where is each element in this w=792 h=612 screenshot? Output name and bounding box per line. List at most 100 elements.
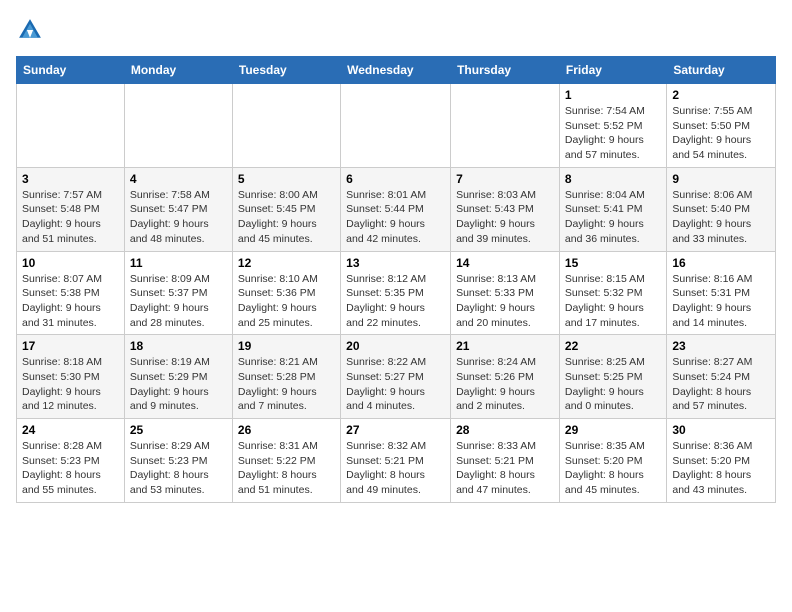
day-number: 28 bbox=[456, 423, 554, 437]
day-info: Sunrise: 8:32 AM Sunset: 5:21 PM Dayligh… bbox=[346, 439, 445, 498]
day-info: Sunrise: 8:09 AM Sunset: 5:37 PM Dayligh… bbox=[130, 272, 227, 331]
day-number: 10 bbox=[22, 256, 119, 270]
weekday-header-cell: Friday bbox=[559, 57, 666, 84]
calendar-cell: 15 Sunrise: 8:15 AM Sunset: 5:32 PM Dayli… bbox=[559, 251, 666, 335]
calendar-cell: 30 Sunrise: 8:36 AM Sunset: 5:20 PM Dayli… bbox=[667, 419, 776, 503]
calendar-cell: 26 Sunrise: 8:31 AM Sunset: 5:22 PM Dayli… bbox=[232, 419, 340, 503]
day-info: Sunrise: 8:31 AM Sunset: 5:22 PM Dayligh… bbox=[238, 439, 335, 498]
day-number: 25 bbox=[130, 423, 227, 437]
calendar-cell: 2 Sunrise: 7:55 AM Sunset: 5:50 PM Daylig… bbox=[667, 84, 776, 168]
calendar-cell: 25 Sunrise: 8:29 AM Sunset: 5:23 PM Dayli… bbox=[124, 419, 232, 503]
day-info: Sunrise: 8:33 AM Sunset: 5:21 PM Dayligh… bbox=[456, 439, 554, 498]
day-number: 17 bbox=[22, 339, 119, 353]
day-number: 16 bbox=[672, 256, 770, 270]
day-number: 5 bbox=[238, 172, 335, 186]
day-info: Sunrise: 8:06 AM Sunset: 5:40 PM Dayligh… bbox=[672, 188, 770, 247]
day-info: Sunrise: 8:28 AM Sunset: 5:23 PM Dayligh… bbox=[22, 439, 119, 498]
day-number: 29 bbox=[565, 423, 661, 437]
calendar-cell: 5 Sunrise: 8:00 AM Sunset: 5:45 PM Daylig… bbox=[232, 167, 340, 251]
logo bbox=[16, 16, 48, 44]
day-info: Sunrise: 8:22 AM Sunset: 5:27 PM Dayligh… bbox=[346, 355, 445, 414]
calendar-table: SundayMondayTuesdayWednesdayThursdayFrid… bbox=[16, 56, 776, 503]
day-info: Sunrise: 8:19 AM Sunset: 5:29 PM Dayligh… bbox=[130, 355, 227, 414]
day-info: Sunrise: 8:13 AM Sunset: 5:33 PM Dayligh… bbox=[456, 272, 554, 331]
day-info: Sunrise: 8:16 AM Sunset: 5:31 PM Dayligh… bbox=[672, 272, 770, 331]
day-number: 13 bbox=[346, 256, 445, 270]
calendar-week-row: 10 Sunrise: 8:07 AM Sunset: 5:38 PM Dayli… bbox=[17, 251, 776, 335]
calendar-cell: 29 Sunrise: 8:35 AM Sunset: 5:20 PM Dayli… bbox=[559, 419, 666, 503]
day-number: 8 bbox=[565, 172, 661, 186]
calendar-cell: 11 Sunrise: 8:09 AM Sunset: 5:37 PM Dayli… bbox=[124, 251, 232, 335]
day-info: Sunrise: 8:00 AM Sunset: 5:45 PM Dayligh… bbox=[238, 188, 335, 247]
day-number: 22 bbox=[565, 339, 661, 353]
calendar-cell: 6 Sunrise: 8:01 AM Sunset: 5:44 PM Daylig… bbox=[341, 167, 451, 251]
calendar-week-row: 17 Sunrise: 8:18 AM Sunset: 5:30 PM Dayli… bbox=[17, 335, 776, 419]
calendar-cell bbox=[341, 84, 451, 168]
calendar-cell: 28 Sunrise: 8:33 AM Sunset: 5:21 PM Dayli… bbox=[451, 419, 560, 503]
day-info: Sunrise: 8:12 AM Sunset: 5:35 PM Dayligh… bbox=[346, 272, 445, 331]
calendar-cell bbox=[451, 84, 560, 168]
calendar-cell: 22Sunrise: 8:25 AM Sunset: 5:25 PM Dayli… bbox=[559, 335, 666, 419]
day-number: 14 bbox=[456, 256, 554, 270]
calendar-cell bbox=[124, 84, 232, 168]
day-info: Sunrise: 8:18 AM Sunset: 5:30 PM Dayligh… bbox=[22, 355, 119, 414]
calendar-cell bbox=[232, 84, 340, 168]
weekday-header-cell: Tuesday bbox=[232, 57, 340, 84]
day-number: 20 bbox=[346, 339, 445, 353]
day-number: 18 bbox=[130, 339, 227, 353]
calendar-cell: 1Sunrise: 7:54 AM Sunset: 5:52 PM Daylig… bbox=[559, 84, 666, 168]
day-number: 3 bbox=[22, 172, 119, 186]
day-info: Sunrise: 7:55 AM Sunset: 5:50 PM Dayligh… bbox=[672, 104, 770, 163]
calendar-cell: 9Sunrise: 8:06 AM Sunset: 5:40 PM Daylig… bbox=[667, 167, 776, 251]
calendar-cell: 24 Sunrise: 8:28 AM Sunset: 5:23 PM Dayli… bbox=[17, 419, 125, 503]
day-number: 1 bbox=[565, 88, 661, 102]
calendar-cell: 21Sunrise: 8:24 AM Sunset: 5:26 PM Dayli… bbox=[451, 335, 560, 419]
weekday-header-cell: Monday bbox=[124, 57, 232, 84]
calendar-cell: 14 Sunrise: 8:13 AM Sunset: 5:33 PM Dayli… bbox=[451, 251, 560, 335]
weekday-header-cell: Saturday bbox=[667, 57, 776, 84]
day-info: Sunrise: 8:03 AM Sunset: 5:43 PM Dayligh… bbox=[456, 188, 554, 247]
day-info: Sunrise: 8:27 AM Sunset: 5:24 PM Dayligh… bbox=[672, 355, 770, 414]
day-number: 24 bbox=[22, 423, 119, 437]
weekday-header-cell: Thursday bbox=[451, 57, 560, 84]
day-number: 6 bbox=[346, 172, 445, 186]
calendar-cell: 12 Sunrise: 8:10 AM Sunset: 5:36 PM Dayli… bbox=[232, 251, 340, 335]
day-number: 2 bbox=[672, 88, 770, 102]
calendar-week-row: 1Sunrise: 7:54 AM Sunset: 5:52 PM Daylig… bbox=[17, 84, 776, 168]
calendar-body: 1Sunrise: 7:54 AM Sunset: 5:52 PM Daylig… bbox=[17, 84, 776, 503]
day-info: Sunrise: 8:21 AM Sunset: 5:28 PM Dayligh… bbox=[238, 355, 335, 414]
day-number: 23 bbox=[672, 339, 770, 353]
calendar-cell: 18 Sunrise: 8:19 AM Sunset: 5:29 PM Dayli… bbox=[124, 335, 232, 419]
calendar-cell: 20 Sunrise: 8:22 AM Sunset: 5:27 PM Dayli… bbox=[341, 335, 451, 419]
calendar-cell: 8 Sunrise: 8:04 AM Sunset: 5:41 PM Daylig… bbox=[559, 167, 666, 251]
day-number: 7 bbox=[456, 172, 554, 186]
day-number: 11 bbox=[130, 256, 227, 270]
calendar-cell: 4Sunrise: 7:58 AM Sunset: 5:47 PM Daylig… bbox=[124, 167, 232, 251]
day-info: Sunrise: 8:04 AM Sunset: 5:41 PM Dayligh… bbox=[565, 188, 661, 247]
weekday-header-row: SundayMondayTuesdayWednesdayThursdayFrid… bbox=[17, 57, 776, 84]
day-number: 19 bbox=[238, 339, 335, 353]
day-number: 30 bbox=[672, 423, 770, 437]
calendar-cell: 10 Sunrise: 8:07 AM Sunset: 5:38 PM Dayli… bbox=[17, 251, 125, 335]
calendar-cell: 23 Sunrise: 8:27 AM Sunset: 5:24 PM Dayli… bbox=[667, 335, 776, 419]
day-info: Sunrise: 8:01 AM Sunset: 5:44 PM Dayligh… bbox=[346, 188, 445, 247]
day-number: 12 bbox=[238, 256, 335, 270]
day-info: Sunrise: 8:07 AM Sunset: 5:38 PM Dayligh… bbox=[22, 272, 119, 331]
day-info: Sunrise: 8:15 AM Sunset: 5:32 PM Dayligh… bbox=[565, 272, 661, 331]
weekday-header-cell: Sunday bbox=[17, 57, 125, 84]
weekday-header-cell: Wednesday bbox=[341, 57, 451, 84]
calendar-cell: 13 Sunrise: 8:12 AM Sunset: 5:35 PM Dayli… bbox=[341, 251, 451, 335]
calendar-cell: 17 Sunrise: 8:18 AM Sunset: 5:30 PM Dayli… bbox=[17, 335, 125, 419]
page-header bbox=[16, 16, 776, 44]
day-number: 15 bbox=[565, 256, 661, 270]
day-info: Sunrise: 8:29 AM Sunset: 5:23 PM Dayligh… bbox=[130, 439, 227, 498]
day-number: 27 bbox=[346, 423, 445, 437]
day-number: 26 bbox=[238, 423, 335, 437]
calendar-cell: 19 Sunrise: 8:21 AM Sunset: 5:28 PM Dayli… bbox=[232, 335, 340, 419]
day-info: Sunrise: 8:36 AM Sunset: 5:20 PM Dayligh… bbox=[672, 439, 770, 498]
calendar-cell: 7 Sunrise: 8:03 AM Sunset: 5:43 PM Daylig… bbox=[451, 167, 560, 251]
day-info: Sunrise: 8:35 AM Sunset: 5:20 PM Dayligh… bbox=[565, 439, 661, 498]
day-info: Sunrise: 8:10 AM Sunset: 5:36 PM Dayligh… bbox=[238, 272, 335, 331]
calendar-week-row: 3Sunrise: 7:57 AM Sunset: 5:48 PM Daylig… bbox=[17, 167, 776, 251]
calendar-week-row: 24 Sunrise: 8:28 AM Sunset: 5:23 PM Dayli… bbox=[17, 419, 776, 503]
